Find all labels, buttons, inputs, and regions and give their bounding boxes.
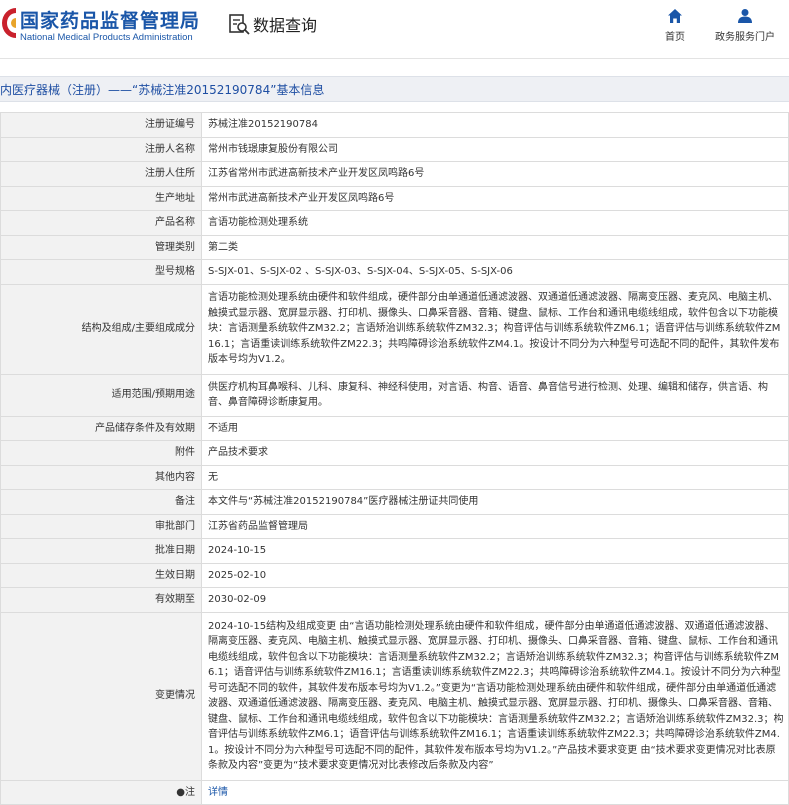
table-row: 型号规格 S-SJX-01、S-SJX-02 、S-SJX-03、S-SJX-04… [0, 259, 789, 285]
row-label: 有效期至 [0, 587, 202, 613]
table-row: 产品名称 言语功能检测处理系统 [0, 210, 789, 236]
header-divider [0, 58, 789, 59]
table-row: 附件 产品技术要求 [0, 440, 789, 466]
row-label: 批准日期 [0, 538, 202, 564]
table-row: 管理类别 第二类 [0, 234, 789, 260]
row-value: 不适用 [201, 415, 789, 441]
table-row: 注册证编号 苏械注准20152190784 [0, 112, 789, 138]
row-label: 附件 [0, 440, 202, 466]
row-label: 其他内容 [0, 464, 202, 490]
table-row: 备注 本文件与“苏械注准20152190784”医疗器械注册证共同使用 [0, 489, 789, 515]
row-value: 江苏省药品监督管理局 [201, 513, 789, 539]
nav-home-label: 首页 [665, 32, 685, 43]
table-row: 注册人名称 常州市钱璟康复股份有限公司 [0, 136, 789, 162]
emblem-icon [2, 8, 16, 38]
table-row: 适用范围/预期用途 供医疗机构耳鼻喉科、儿科、康复科、神经科使用，对言语、构音、语… [0, 373, 789, 417]
row-label: 审批部门 [0, 513, 202, 539]
row-value: 2025-02-10 [201, 562, 789, 588]
row-value: 第二类 [201, 234, 789, 260]
logo-chinese-name: 国家药品监督管理局 [20, 10, 201, 32]
table-row: 产品储存条件及有效期 不适用 [0, 415, 789, 441]
nmpa-logo[interactable]: 国家药品监督管理局 National Medical Products Admi… [0, 4, 200, 50]
table-row: 其他内容无 [0, 464, 789, 490]
row-label: 生效日期 [0, 562, 202, 588]
row-label: 适用范围/预期用途 [0, 373, 202, 417]
row-label: 变更情况 [0, 611, 202, 781]
table-row: 注册人住所 江苏省常州市武进高新技术产业开发区凤鸣路6号 [0, 161, 789, 187]
logo-english-name: National Medical Products Administration [20, 32, 193, 43]
table-row: 结构及组成/主要组成成分 言语功能检测处理系统由硬件和软件组成，硬件部分由单通道低… [0, 283, 789, 375]
nav-home[interactable]: 首页 [660, 8, 690, 43]
row-value: 本文件与“苏械注准20152190784”医疗器械注册证共同使用 [201, 489, 789, 515]
row-value: 常州市武进高新技术产业开发区凤鸣路6号 [201, 185, 789, 211]
page-title: 内医疗器械（注册）——“苏械注准20152190784”基本信息 [0, 83, 325, 97]
row-value: 2024-10-15结构及组成变更 由“言语功能检测处理系统由硬件和软件组成，硬… [201, 611, 789, 781]
data-query-link[interactable]: 数据查询 [228, 10, 317, 38]
row-label: 注册证编号 [0, 112, 202, 138]
table-row: 生效日期 2025-02-10 [0, 562, 789, 588]
row-label: 型号规格 [0, 259, 202, 285]
table-row: 有效期至 2030-02-09 [0, 587, 789, 613]
details-link[interactable]: 详情 [208, 787, 228, 798]
row-value: 江苏省常州市武进高新技术产业开发区凤鸣路6号 [201, 161, 789, 187]
document-search-icon [229, 14, 250, 35]
row-value: 产品技术要求 [201, 440, 789, 466]
table-row: 生产地址 常州市武进高新技术产业开发区凤鸣路6号 [0, 185, 789, 211]
home-icon [668, 9, 682, 23]
row-label: 管理类别 [0, 234, 202, 260]
row-label: 备注 [0, 489, 202, 515]
row-value: 言语功能检测处理系统由硬件和软件组成，硬件部分由单通道低通滤波器、双通道低通滤波… [201, 283, 789, 375]
site-header: 国家药品监督管理局 National Medical Products Admi… [0, 0, 789, 58]
table-row: 审批部门 江苏省药品监督管理局 [0, 513, 789, 539]
nav-service-portal-label: 政务服务门户 [715, 32, 775, 43]
row-label: 生产地址 [0, 185, 202, 211]
nav-service-portal[interactable]: 政务服务门户 [712, 8, 778, 43]
data-query-label: 数据查询 [253, 16, 318, 35]
row-label: 产品名称 [0, 210, 202, 236]
table-row: 批准日期 2024-10-15 [0, 538, 789, 564]
row-label: 结构及组成/主要组成成分 [0, 283, 202, 375]
row-label: 注册人住所 [0, 161, 202, 187]
row-label: 产品储存条件及有效期 [0, 415, 202, 441]
row-value: 2024-10-15 [201, 538, 789, 564]
row-value: 2030-02-09 [201, 587, 789, 613]
row-value: 苏械注准20152190784 [201, 112, 789, 138]
record-title-bar: 内医疗器械（注册）——“苏械注准20152190784”基本信息 [0, 76, 789, 102]
row-value: S-SJX-01、S-SJX-02 、S-SJX-03、S-SJX-04、S-S… [201, 259, 789, 285]
row-value: 无 [201, 464, 789, 490]
row-value: 供医疗机构耳鼻喉科、儿科、康复科、神经科使用，对言语、构音、语音、鼻音信号进行检… [201, 373, 789, 417]
row-value: 常州市钱璟康复股份有限公司 [201, 136, 789, 162]
table-row: 变更情况 2024-10-15结构及组成变更 由“言语功能检测处理系统由硬件和软件… [0, 611, 789, 781]
registration-info-table: 注册证编号 苏械注准20152190784 注册人名称 常州市钱璟康复股份有限公司 … [0, 112, 789, 805]
user-icon [738, 9, 752, 23]
row-label: 注册人名称 [0, 136, 202, 162]
row-value: 言语功能检测处理系统 [201, 210, 789, 236]
